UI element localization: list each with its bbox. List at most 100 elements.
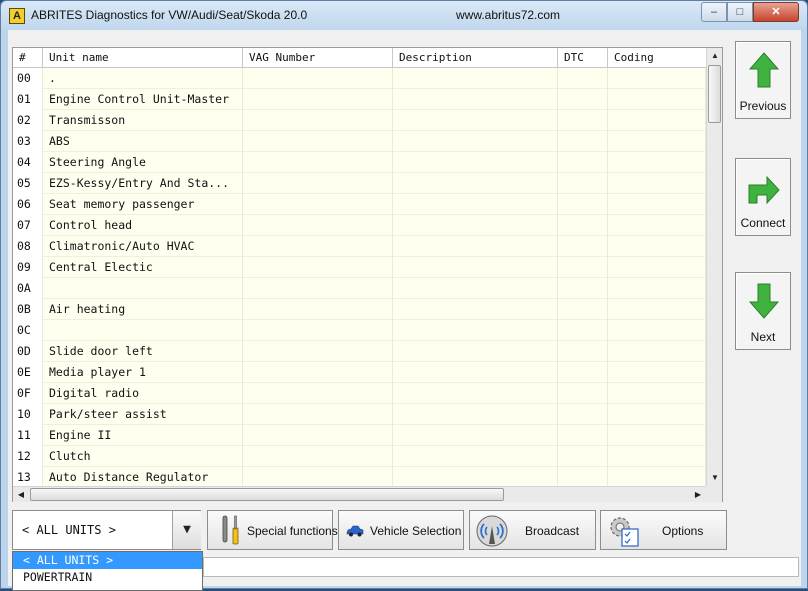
column-header-unit-name[interactable]: Unit name <box>43 48 243 68</box>
cell-coding <box>608 404 706 425</box>
cell-unit-number: 12 <box>13 446 43 467</box>
cell-vag-number <box>243 404 393 425</box>
units-filter-options-list[interactable]: < ALL UNITS > POWERTRAIN <box>12 551 203 591</box>
units-filter-dropdown-button[interactable]: ▼ <box>172 511 201 549</box>
units-filter-select[interactable]: < ALL UNITS > ▼ <box>12 510 201 550</box>
table-row[interactable]: 02 Transmisson <box>13 110 706 131</box>
maximize-icon: □ <box>736 6 744 18</box>
options-label: Options <box>662 524 704 538</box>
dropdown-option-all-units[interactable]: < ALL UNITS > <box>13 552 202 569</box>
cell-coding <box>608 278 706 299</box>
table-row[interactable]: 00. <box>13 68 706 89</box>
table-row[interactable]: 10 Park/steer assist <box>13 404 706 425</box>
table-row[interactable]: 04 Steering Angle <box>13 152 706 173</box>
table-row[interactable]: 03 ABS <box>13 131 706 152</box>
column-header-num[interactable]: # <box>13 48 43 68</box>
cell-description <box>393 215 558 236</box>
broadcast-button[interactable]: Broadcast <box>469 510 596 550</box>
cell-description <box>393 89 558 110</box>
cell-description <box>393 446 558 467</box>
vehicle-selection-button[interactable]: Vehicle Selection <box>338 510 464 550</box>
next-button[interactable]: Next <box>735 272 791 350</box>
vertical-scrollbar[interactable]: ▲ ▼ <box>706 48 722 486</box>
cell-unit-number: 11 <box>13 425 43 446</box>
horizontal-scroll-thumb[interactable] <box>30 488 504 501</box>
client-area: # Unit name VAG Number Description DTC C… <box>8 30 801 591</box>
table-row[interactable]: 0A <box>13 278 706 299</box>
column-header-dtc[interactable]: DTC <box>558 48 608 68</box>
table-row[interactable]: 12 Clutch <box>13 446 706 467</box>
minimize-button[interactable]: ‒ <box>701 2 727 22</box>
cell-unit-name: Transmisson <box>43 110 243 131</box>
close-button[interactable]: ✕ <box>753 2 799 22</box>
cell-dtc <box>558 236 608 257</box>
cell-unit-name: Control head <box>43 215 243 236</box>
cell-unit-number: 07 <box>13 215 43 236</box>
cell-unit-number: 0D <box>13 341 43 362</box>
table-row[interactable]: 0C <box>13 320 706 341</box>
horizontal-scrollbar[interactable]: ◀ ▶ <box>13 486 706 502</box>
table-row[interactable]: 0F Digital radio <box>13 383 706 404</box>
cell-dtc <box>558 278 608 299</box>
cell-unit-name: Engine Control Unit-Master <box>43 89 243 110</box>
table-row[interactable]: 0E Media player 1 <box>13 362 706 383</box>
column-header-coding[interactable]: Coding <box>608 48 706 68</box>
cell-vag-number <box>243 278 393 299</box>
column-header-vag-number[interactable]: VAG Number <box>243 48 393 68</box>
table-row[interactable]: 0D Slide door left <box>13 341 706 362</box>
broadcast-label: Broadcast <box>525 524 580 538</box>
cell-dtc <box>558 110 608 131</box>
cell-unit-name: Steering Angle <box>43 152 243 173</box>
cell-unit-number: 10 <box>13 404 43 425</box>
cell-coding <box>608 173 706 194</box>
cell-coding <box>608 131 706 152</box>
vertical-scroll-thumb[interactable] <box>708 65 721 123</box>
special-functions-button[interactable]: Special functions <box>207 510 338 550</box>
cell-description <box>393 278 558 299</box>
table-row[interactable]: 01 Engine Control Unit-Master <box>13 89 706 110</box>
cell-dtc <box>558 257 608 278</box>
cell-unit-name: Engine II <box>43 425 243 446</box>
connect-button[interactable]: Connect <box>735 158 791 236</box>
cell-vag-number <box>243 236 393 257</box>
previous-button[interactable]: Previous <box>735 41 791 119</box>
column-header-description[interactable]: Description <box>393 48 558 68</box>
settings-gear-checklist-icon <box>610 517 639 547</box>
scroll-down-icon[interactable]: ▼ <box>707 470 723 486</box>
cell-vag-number <box>243 257 393 278</box>
options-button[interactable]: Options <box>600 510 727 550</box>
cell-unit-number: 05 <box>13 173 43 194</box>
cell-dtc <box>558 383 608 404</box>
table-row[interactable]: 11 Engine II <box>13 425 706 446</box>
table-row[interactable]: 09 Central Electic <box>13 257 706 278</box>
cell-unit-name: Air heating <box>43 299 243 320</box>
cell-dtc <box>558 152 608 173</box>
title-bar: A ABRITES Diagnostics for VW/Audi/Seat/S… <box>1 1 807 29</box>
dropdown-option-powertrain[interactable]: POWERTRAIN <box>13 569 202 586</box>
cell-description <box>393 152 558 173</box>
scroll-up-icon[interactable]: ▲ <box>707 48 723 64</box>
cell-unit-number: 08 <box>13 236 43 257</box>
table-row[interactable]: 06 Seat memory passenger <box>13 194 706 215</box>
table-row[interactable]: 0B Air heating <box>13 299 706 320</box>
table-row[interactable]: 05 EZS-Kessy/Entry And Sta... <box>13 173 706 194</box>
cell-dtc <box>558 320 608 341</box>
arrow-down-icon <box>749 283 779 319</box>
cell-coding <box>608 68 706 89</box>
cell-description <box>393 236 558 257</box>
scroll-left-icon[interactable]: ◀ <box>13 487 29 503</box>
scroll-right-icon[interactable]: ▶ <box>690 487 706 503</box>
cell-vag-number <box>243 362 393 383</box>
table-row[interactable]: 13 Auto Distance Regulator <box>13 467 706 486</box>
maximize-button[interactable]: □ <box>727 2 753 22</box>
cell-unit-name: Park/steer assist <box>43 404 243 425</box>
table-row[interactable]: 07 Control head <box>13 215 706 236</box>
cell-dtc <box>558 341 608 362</box>
cell-unit-name <box>43 278 243 299</box>
cell-unit-number: 01 <box>13 89 43 110</box>
cell-description <box>393 320 558 341</box>
cell-unit-name: Auto Distance Regulator <box>43 467 243 486</box>
table-row[interactable]: 08 Climatronic/Auto HVAC <box>13 236 706 257</box>
cell-coding <box>608 89 706 110</box>
cell-coding <box>608 341 706 362</box>
